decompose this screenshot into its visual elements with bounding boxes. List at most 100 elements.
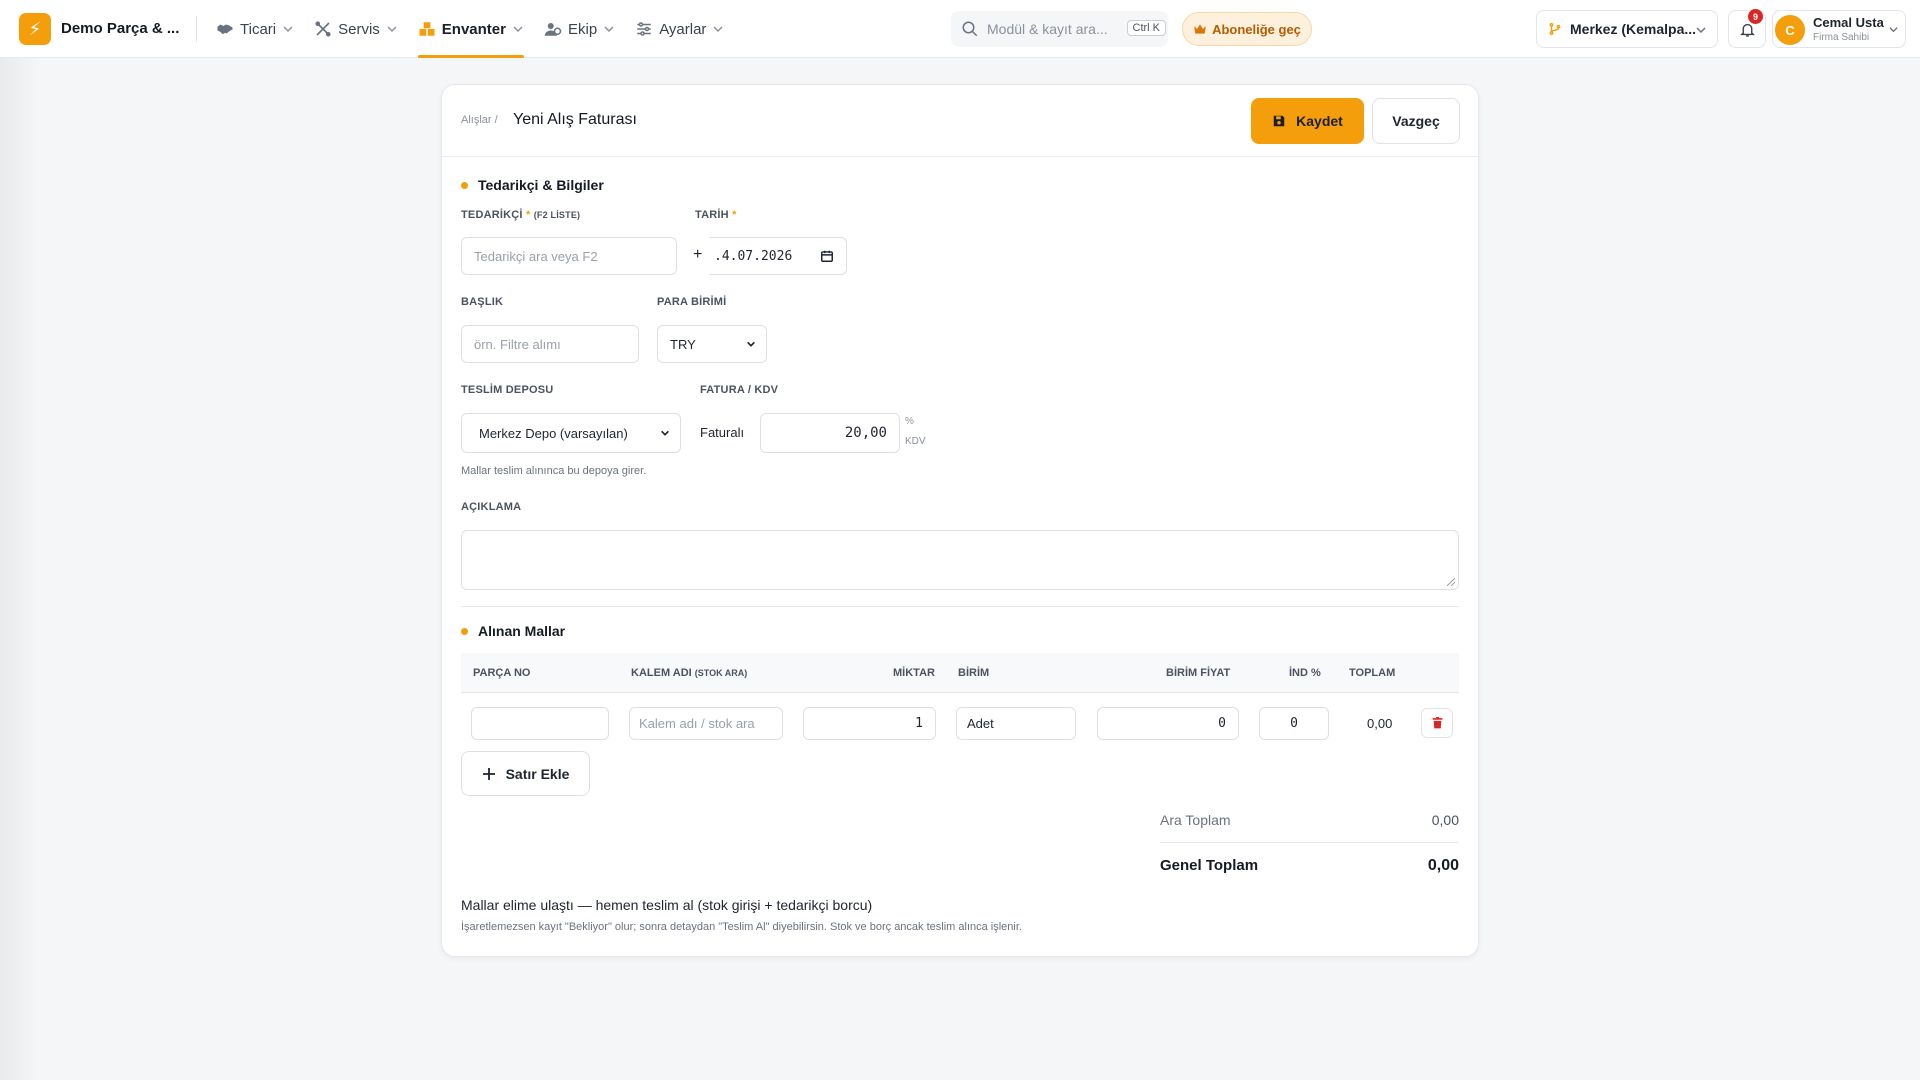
users-icon	[544, 20, 562, 38]
vat-unit-percent: %	[905, 416, 914, 427]
boxes-icon	[418, 20, 436, 38]
delete-row-button[interactable]	[1421, 708, 1453, 738]
crown-icon	[1193, 22, 1207, 36]
bolt-logo-icon[interactable]: ⚡	[19, 13, 51, 45]
chevron-down-icon	[386, 23, 398, 35]
col-item-name: KALEM ADI (STOK ARA)	[631, 667, 747, 679]
row-total: 0,00	[1367, 716, 1393, 731]
col-discount: İND %	[1289, 667, 1321, 679]
resize-grip-icon[interactable]	[1447, 578, 1455, 586]
description-textarea[interactable]	[461, 530, 1459, 590]
subtotal-value: 0,00	[1431, 812, 1459, 828]
search-shortcut: Ctrl K	[1126, 20, 1166, 36]
branch-icon	[1548, 22, 1562, 36]
qty-input[interactable]: 1	[803, 707, 936, 740]
description-label: AÇIKLAMA	[461, 501, 522, 513]
nav-item-envanter[interactable]: Envanter	[417, 0, 525, 58]
nav-item-ayarlar[interactable]: Ayarlar	[635, 0, 724, 58]
sliders-icon	[635, 20, 653, 38]
chevron-down-icon	[512, 23, 524, 35]
date-label: TARİH *	[695, 209, 737, 221]
date-input[interactable]: .4.07.2026	[710, 237, 847, 275]
save-button[interactable]: Kaydet	[1251, 98, 1364, 144]
plus-icon[interactable]: +	[693, 246, 702, 264]
user-name: Cemal Usta	[1813, 15, 1884, 30]
title-input[interactable]: örn. Filtre alımı	[461, 325, 639, 363]
calendar-icon[interactable]	[820, 249, 834, 263]
global-search[interactable]: Modül & kayıt ara... Ctrl K	[951, 11, 1168, 47]
col-total: TOPLAM	[1349, 667, 1396, 679]
tools-icon	[314, 20, 332, 38]
discount-input[interactable]: 0	[1259, 707, 1329, 740]
supplier-label-text: TEDARİKÇİ	[461, 209, 523, 221]
invoice-vat-label: FATURA / KDV	[700, 384, 779, 396]
plus-icon	[482, 767, 496, 781]
section-dot	[461, 627, 468, 635]
item-name-input[interactable]: Kalem adı / stok ara	[629, 707, 783, 740]
invoice-type[interactable]: Faturalı	[700, 425, 744, 440]
vat-unit-kdv: KDV	[905, 436, 926, 447]
nav-item-servis[interactable]: Servis	[314, 0, 398, 58]
breadcrumb[interactable]: Alışlar /	[461, 114, 498, 126]
search-icon	[961, 20, 979, 38]
section-title-text: Alınan Mallar	[478, 623, 566, 639]
section-title-items: Alınan Mallar	[461, 623, 565, 639]
save-label: Kaydet	[1296, 113, 1343, 129]
warehouse-select[interactable]: Merkez Depo (varsayılan)	[461, 413, 681, 453]
notifications-button[interactable]: 9	[1728, 9, 1766, 48]
brand-name[interactable]: Demo Parça & ...	[61, 20, 179, 37]
chevron-down-icon	[660, 428, 670, 438]
branch-label: Merkez (Kemalpa...	[1570, 21, 1697, 37]
date-value: .4.07.2026	[714, 248, 793, 264]
upgrade-label: Aboneliğe geç	[1212, 21, 1301, 37]
nav-item-ticari[interactable]: Ticari	[216, 0, 294, 58]
top-bar: ⚡ Demo Parça & ... Ticari Servis Envante…	[0, 0, 1920, 58]
required-mark: *	[732, 209, 737, 221]
nav-label: Ekip	[568, 20, 598, 38]
grand-total-label: Genel Toplam	[1160, 857, 1259, 874]
floppy-icon	[1272, 114, 1286, 128]
nav-label: Servis	[338, 20, 380, 38]
col-item-name-text: KALEM ADI	[631, 667, 692, 679]
supplier-label: TEDARİKÇİ * (F2 LİSTE)	[461, 209, 580, 221]
chevron-down-icon	[1888, 24, 1899, 35]
section-title-text: Tedarikçi & Bilgiler	[478, 177, 604, 193]
unit-input[interactable]: Adet	[956, 707, 1076, 740]
unit-price-input[interactable]: 0	[1097, 707, 1239, 740]
chevron-down-icon	[746, 339, 756, 349]
upgrade-button[interactable]: Aboneliğe geç	[1182, 12, 1312, 46]
user-menu[interactable]: C Cemal Usta Firma Sahibi	[1772, 10, 1906, 48]
date-label-text: TARİH	[695, 209, 729, 221]
col-part-no: PARÇA NO	[473, 667, 531, 679]
grand-total-value: 0,00	[1427, 857, 1459, 874]
notification-badge: 9	[1748, 9, 1763, 24]
currency-select[interactable]: TRY	[657, 325, 767, 363]
warehouse-value: Merkez Depo (varsayılan)	[479, 425, 628, 441]
col-qty: MİKTAR	[893, 667, 935, 679]
purchase-invoice-card: Alışlar / Yeni Alış Faturası Kaydet Vazg…	[441, 84, 1479, 957]
warehouse-label: TESLİM DEPOSU	[461, 384, 554, 396]
nav-item-ekip[interactable]: Ekip	[544, 0, 615, 58]
supplier-input[interactable]: Tedarikçi ara veya F2	[461, 237, 677, 275]
col-item-name-sub: (STOK ARA)	[694, 668, 748, 678]
warehouse-help: Mallar teslim alınınca bu depoya girer.	[461, 465, 647, 477]
trash-icon	[1431, 716, 1444, 730]
chevron-down-icon	[282, 23, 294, 35]
brand-divider	[196, 16, 197, 42]
currency-label: PARA BİRİMİ	[657, 296, 727, 308]
col-unit-price: BİRİM FİYAT	[1166, 667, 1231, 679]
totals-divider	[1160, 842, 1459, 843]
part-no-input[interactable]	[471, 707, 609, 740]
vat-rate-input[interactable]: 20,00	[760, 413, 900, 453]
add-row-button[interactable]: Satır Ekle	[461, 751, 590, 796]
section-divider	[461, 606, 1459, 607]
nav-label: Envanter	[441, 20, 506, 38]
receive-now-option[interactable]: Mallar elime ulaştı — hemen teslim al (s…	[461, 897, 872, 913]
chevron-down-icon	[1695, 24, 1707, 36]
card-header: Alışlar / Yeni Alış Faturası Kaydet Vazg…	[442, 85, 1478, 157]
branch-selector[interactable]: Merkez (Kemalpa...	[1536, 10, 1718, 48]
search-placeholder: Modül & kayıt ara...	[987, 21, 1108, 37]
avatar: C	[1775, 15, 1805, 45]
chevron-down-icon	[603, 23, 615, 35]
cancel-button[interactable]: Vazgeç	[1372, 98, 1460, 144]
